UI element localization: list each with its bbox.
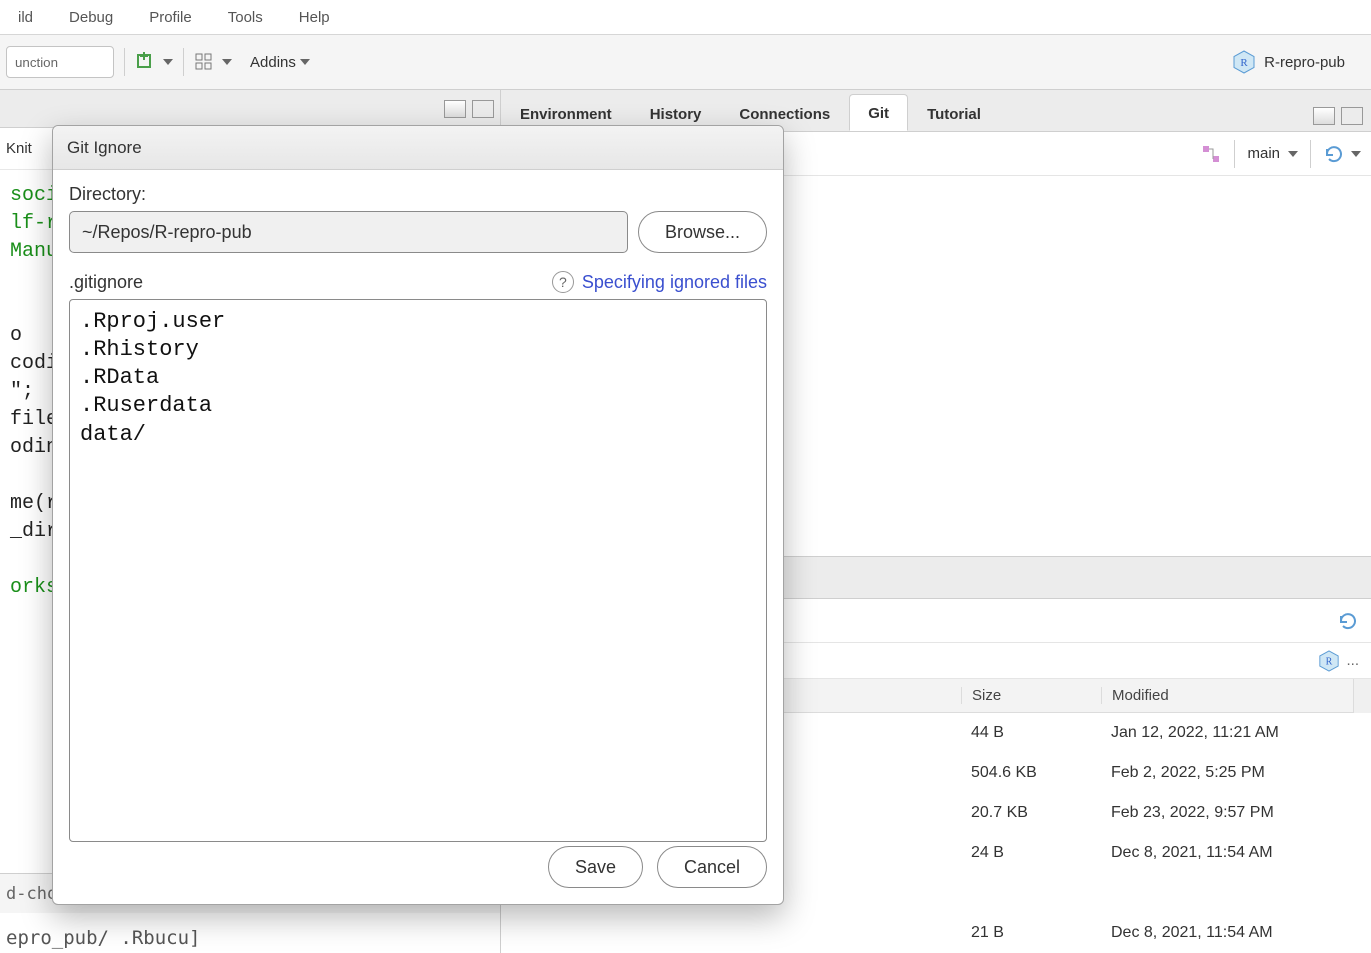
- goto-function-input[interactable]: [6, 46, 114, 78]
- git-ignore-dialog: Git Ignore Directory: Browse... .gitigno…: [52, 125, 784, 905]
- table-row[interactable]: 21 BDec 8, 2021, 11:54 AM: [501, 913, 1371, 953]
- gitignore-textarea[interactable]: [69, 299, 767, 842]
- project-name-label: R-repro-pub: [1264, 54, 1345, 71]
- dialog-title: Git Ignore: [53, 126, 783, 170]
- separator: [1310, 140, 1311, 168]
- grid-icon[interactable]: [194, 52, 232, 72]
- r-project-icon: R: [1232, 50, 1256, 74]
- column-size[interactable]: Size: [961, 687, 1101, 704]
- browse-button[interactable]: Browse...: [638, 211, 767, 253]
- tab-tutorial[interactable]: Tutorial: [908, 95, 1000, 131]
- menu-debug[interactable]: Debug: [51, 3, 131, 32]
- menu-tools[interactable]: Tools: [210, 3, 281, 32]
- r-project-icon[interactable]: R: [1318, 650, 1340, 672]
- directory-input[interactable]: [69, 211, 628, 253]
- cell-modified: Feb 2, 2022, 5:25 PM: [1101, 764, 1371, 782]
- cell-size: 24 B: [961, 844, 1101, 862]
- svg-text:R: R: [1240, 57, 1248, 69]
- menu-profile[interactable]: Profile: [131, 3, 210, 32]
- dialog-footer: Save Cancel: [53, 842, 783, 904]
- refresh-icon[interactable]: [1337, 610, 1359, 632]
- save-button[interactable]: Save: [548, 846, 643, 888]
- save-all-icon[interactable]: [135, 52, 173, 72]
- cell-size: 44 B: [961, 724, 1101, 742]
- source-pane-header: [0, 90, 500, 128]
- gitignore-label: .gitignore: [69, 272, 143, 293]
- separator: [183, 48, 184, 76]
- menu-help[interactable]: Help: [281, 3, 348, 32]
- knit-button[interactable]: Knit: [6, 140, 32, 157]
- cell-modified: Jan 12, 2022, 11:21 AM: [1101, 724, 1371, 742]
- main-toolbar: Addins R R-repro-pub: [0, 35, 1371, 90]
- addins-menu[interactable]: Addins: [242, 50, 318, 75]
- svg-text:R: R: [1326, 656, 1333, 667]
- git-branch-select[interactable]: main: [1247, 145, 1298, 162]
- separator: [124, 48, 125, 76]
- git-branch-icon[interactable]: [1200, 143, 1222, 165]
- help-icon[interactable]: ?: [552, 271, 574, 293]
- more-path-icon[interactable]: ...: [1346, 652, 1359, 669]
- cell-modified: Feb 23, 2022, 9:57 PM: [1101, 804, 1371, 822]
- minimize-icon[interactable]: [444, 100, 466, 118]
- cell-size: 20.7 KB: [961, 804, 1101, 822]
- minimize-icon[interactable]: [1313, 107, 1335, 125]
- cell-size: 21 B: [961, 924, 1101, 942]
- separator: [1234, 140, 1235, 168]
- maximize-icon[interactable]: [1341, 107, 1363, 125]
- cell-size: 504.6 KB: [961, 764, 1101, 782]
- directory-label: Directory:: [69, 184, 767, 205]
- menu-build[interactable]: ild: [0, 3, 51, 32]
- menubar: ild Debug Profile Tools Help: [0, 0, 1371, 35]
- cell-modified: Dec 8, 2021, 11:54 AM: [1101, 844, 1371, 862]
- console-text: epro_pub/ .Rbucu]: [6, 927, 200, 949]
- cancel-button[interactable]: Cancel: [657, 846, 767, 888]
- tab-git[interactable]: Git: [849, 94, 908, 131]
- project-menu[interactable]: R R-repro-pub: [1232, 50, 1365, 74]
- git-refresh-icon[interactable]: [1323, 143, 1361, 165]
- maximize-icon[interactable]: [472, 100, 494, 118]
- column-modified[interactable]: Modified: [1101, 687, 1353, 704]
- specifying-ignored-files-link[interactable]: Specifying ignored files: [582, 272, 767, 293]
- scrollbar[interactable]: [1353, 679, 1371, 713]
- cell-modified: Dec 8, 2021, 11:54 AM: [1101, 924, 1371, 942]
